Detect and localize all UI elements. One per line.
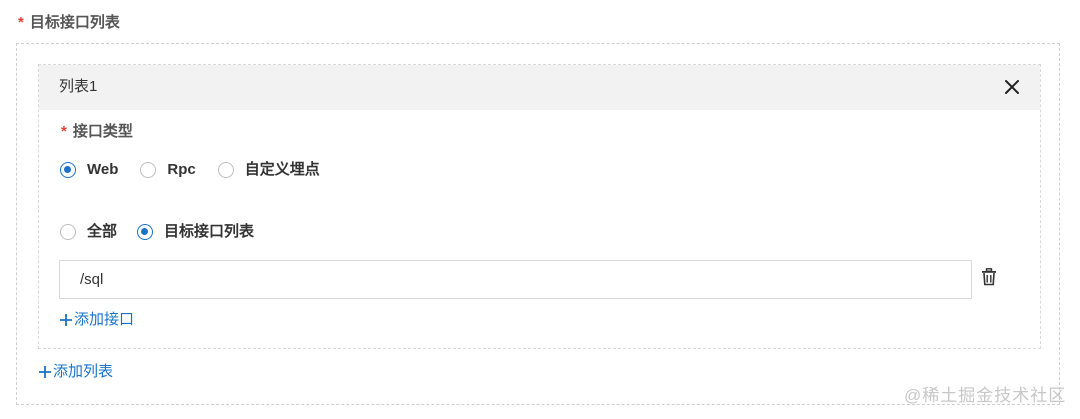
radio-label: Rpc: [167, 161, 196, 178]
trash-icon[interactable]: [981, 268, 997, 286]
required-mark: *: [18, 14, 24, 31]
api-type-label: * 接口类型: [61, 122, 133, 142]
close-icon[interactable]: [1003, 78, 1021, 96]
watermark: @稀土掘金技术社区: [904, 386, 1067, 405]
radio-label: 全部: [87, 223, 118, 240]
add-list-label: 添加列表: [53, 363, 114, 380]
radio-web[interactable]: Web: [60, 160, 118, 180]
add-api-label: 添加接口: [74, 311, 135, 328]
radio-circle[interactable]: [60, 224, 76, 240]
api-path-input[interactable]: [59, 260, 972, 299]
add-api-button[interactable]: 添加接口: [59, 310, 134, 330]
radio-target-api-list[interactable]: 目标接口列表: [137, 222, 254, 242]
radio-circle[interactable]: [217, 162, 234, 178]
radio-all[interactable]: 全部: [60, 222, 117, 242]
radio-circle-checked[interactable]: [137, 224, 154, 240]
radio-circle[interactable]: [140, 162, 157, 178]
list-card-header: 列表1: [39, 65, 1040, 110]
radio-label: Web: [87, 161, 119, 178]
api-type-label-text: 接口类型: [72, 123, 133, 140]
radio-rpc[interactable]: Rpc: [140, 160, 196, 180]
radio-label: 自定义埋点: [244, 161, 320, 178]
plus-icon: [60, 314, 72, 326]
radio-custom-tracking[interactable]: 自定义埋点: [217, 160, 320, 180]
target-api-list-label: * 目标接口列表: [18, 13, 120, 33]
api-type-radio-group: Web Rpc 自定义埋点: [60, 160, 342, 180]
radio-circle-checked[interactable]: [60, 162, 76, 178]
add-list-button[interactable]: 添加列表: [38, 362, 113, 382]
plus-icon: [39, 366, 51, 378]
target-api-list-label-text: 目标接口列表: [29, 14, 120, 31]
required-mark: *: [61, 123, 67, 140]
list-card-title: 列表1: [59, 78, 98, 95]
api-scope-radio-group: 全部 目标接口列表: [60, 222, 274, 242]
list-card: 列表1 * 接口类型 Web Rpc 自定义埋点 全部 目标接口列表 /sql …: [38, 64, 1041, 349]
radio-label: 目标接口列表: [164, 223, 255, 240]
